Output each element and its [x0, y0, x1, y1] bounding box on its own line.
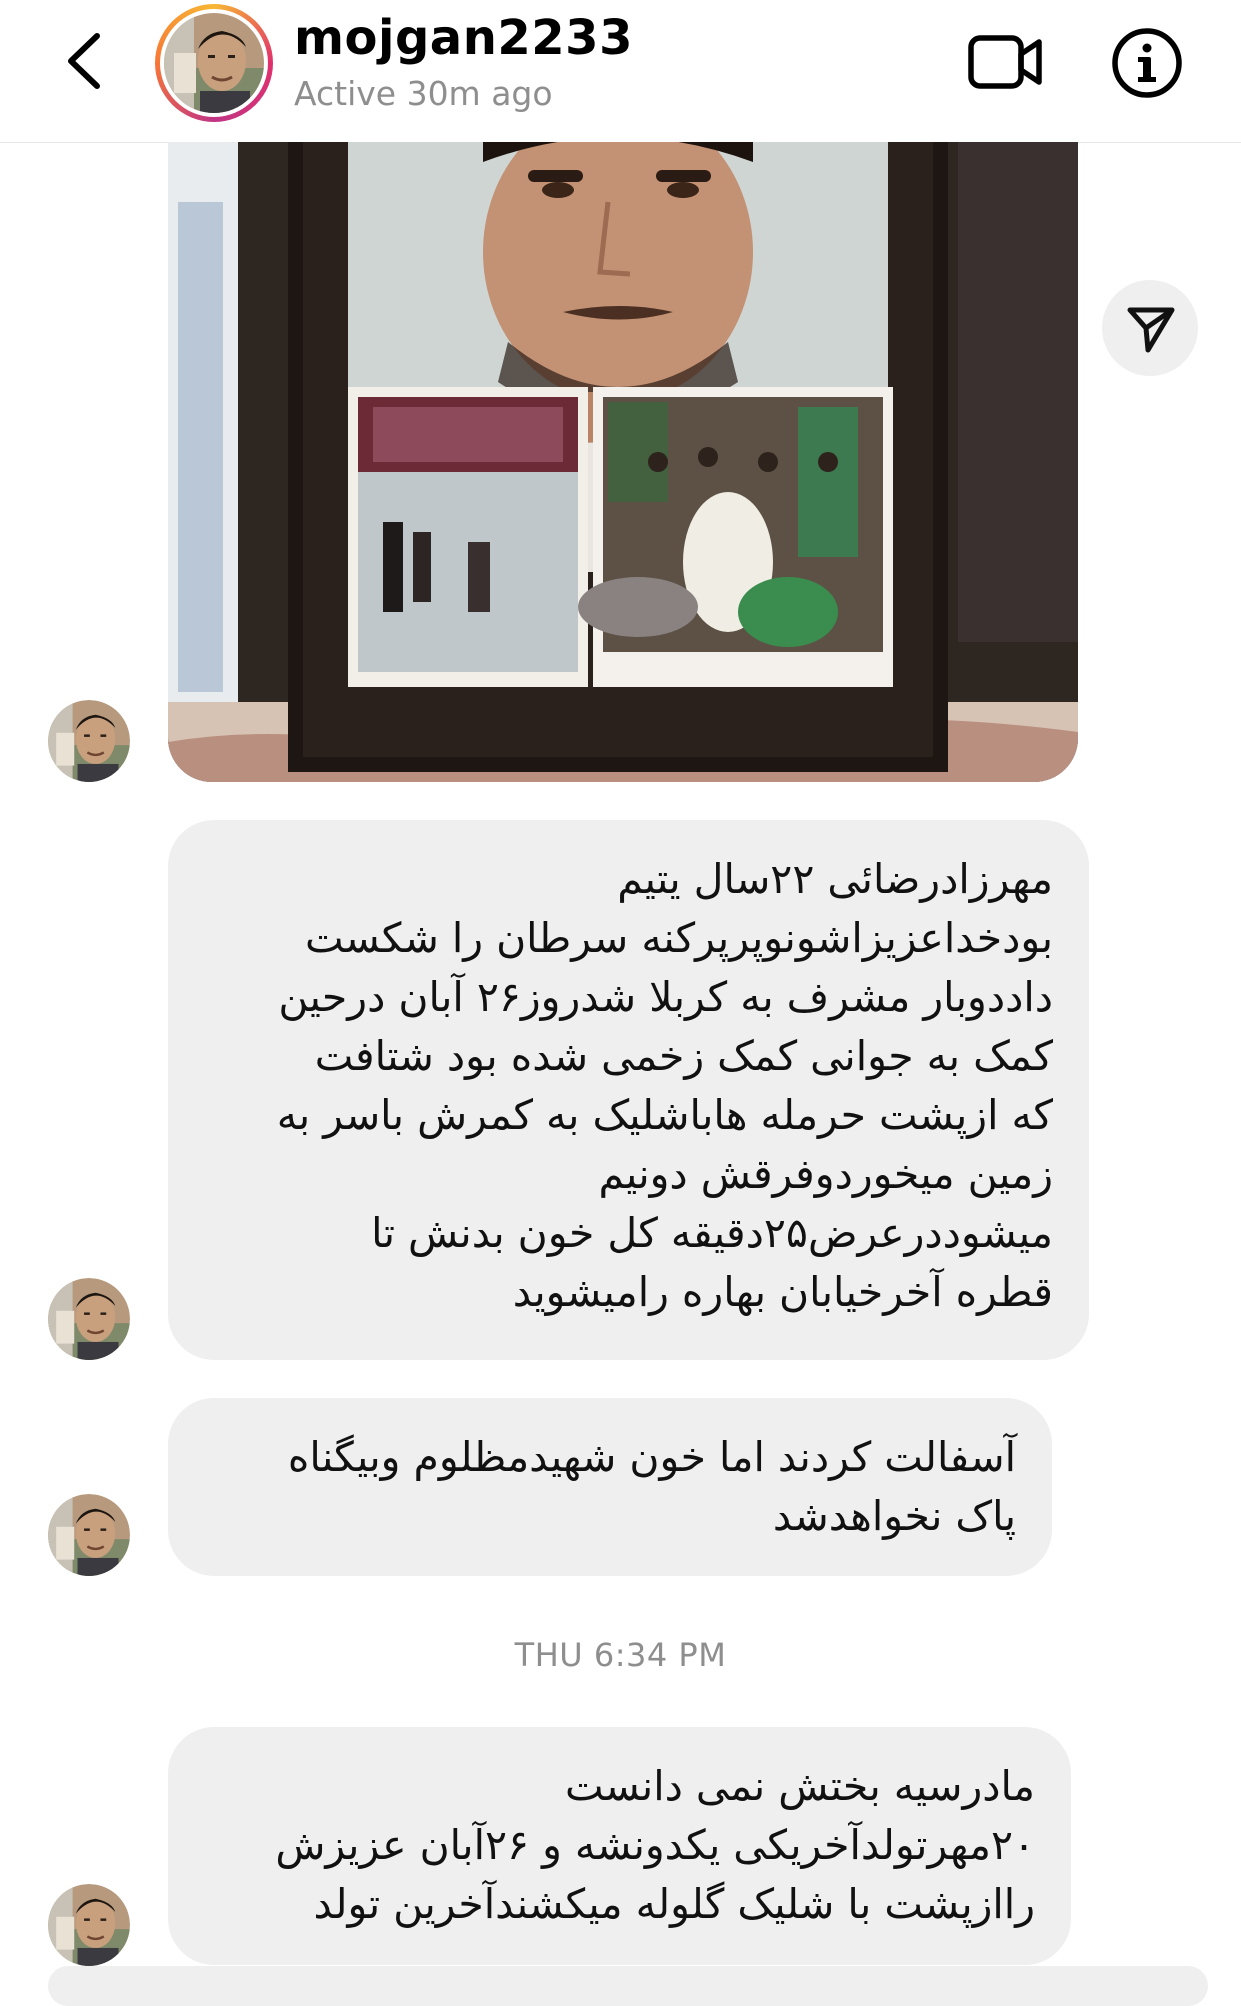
- message-line: قطره آخرخیابان بهاره رامیشوید: [512, 1268, 1053, 1316]
- sender-avatar[interactable]: [48, 1278, 130, 1360]
- message-line: راازپشت با شلیک گلوله میکشندآخرین تولد: [313, 1880, 1035, 1928]
- message-bubble[interactable]: مادرسیه بختش نمی دانست ۲۰مهرتولدآخریکی ی…: [168, 1727, 1071, 1965]
- info-icon: [1112, 28, 1182, 98]
- activity-status: Active 30m ago: [294, 74, 553, 113]
- message-line: پاک نخواهدشد: [772, 1492, 1016, 1540]
- avatar: [164, 13, 264, 113]
- sender-avatar[interactable]: [48, 1884, 130, 1966]
- back-button[interactable]: [55, 28, 115, 94]
- message-line: مهرزادرضائی ۲۲سال یتیم: [617, 855, 1053, 903]
- framed-portrait-photo: [168, 142, 1078, 782]
- message-line: کمک به جوانی کمک زخمی شده بود شتافت: [314, 1032, 1053, 1080]
- sender-avatar[interactable]: [48, 1494, 130, 1576]
- message-line: مادرسیه بختش نمی دانست: [564, 1762, 1035, 1810]
- conversation-header: mojgan2233 Active 30m ago: [0, 0, 1241, 143]
- photo-message[interactable]: [168, 142, 1078, 782]
- message-line: که ازپشت حرمله هاباشلیک به کمرش باسر به: [276, 1091, 1053, 1139]
- message-line: بودخداعزیزاشونوپرپرکنه سرطان را شکست: [304, 914, 1053, 962]
- video-call-button[interactable]: [965, 24, 1045, 100]
- message-line: زمین میخوردوفرقش دونیم: [598, 1150, 1053, 1198]
- username[interactable]: mojgan2233: [294, 10, 633, 66]
- next-message-bubble: [48, 1966, 1208, 2006]
- message-line: آسفالت کردند اما خون شهیدمظلوم وبیگناه: [287, 1433, 1016, 1481]
- share-button[interactable]: [1102, 280, 1198, 376]
- send-icon: [1127, 307, 1175, 353]
- message-line: ۲۰مهرتولدآخریکی یکدونشه و ۲۶آبان عزیزش: [275, 1821, 1035, 1869]
- message-line: میشوددرعرض۲۵دقیقه کل خون بدنش تا: [371, 1209, 1053, 1257]
- chevron-left-icon: [68, 33, 100, 89]
- message-bubble[interactable]: آسفالت کردند اما خون شهیدمظلوم وبیگناه پ…: [168, 1398, 1052, 1576]
- message-bubble[interactable]: مهرزادرضائی ۲۲سال یتیم بودخداعزیزاشونوپر…: [168, 820, 1089, 1360]
- message-line: داددوبار مشرف به کربلا شدروز۲۶ آبان درحی…: [278, 973, 1053, 1021]
- profile-avatar[interactable]: [155, 4, 273, 122]
- sender-avatar[interactable]: [48, 700, 130, 782]
- timestamp-divider: THU 6:34 PM: [514, 1636, 727, 1674]
- video-call-icon: [968, 35, 1042, 89]
- conversation-info-button[interactable]: [1110, 26, 1184, 100]
